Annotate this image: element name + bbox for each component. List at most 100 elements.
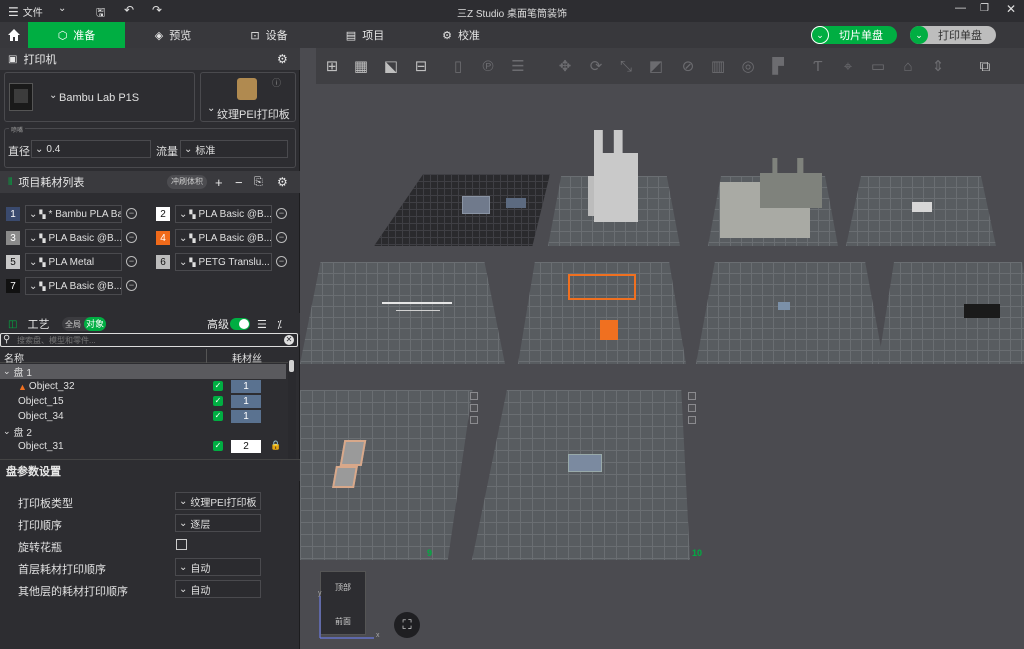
filament-color-swatch[interactable]: 1 — [6, 207, 20, 221]
restore-icon[interactable]: ❐ — [980, 3, 989, 14]
fit-view-icon[interactable]: ⛶ — [394, 612, 420, 638]
plate-4[interactable] — [846, 176, 996, 246]
flow-select[interactable]: ⌄ 标准 — [180, 140, 288, 158]
plate-type-selector[interactable]: ⓘ ⌄ 纹理PEI打印板 — [200, 72, 296, 122]
remove-icon[interactable]: − — [235, 175, 243, 190]
advanced-toggle[interactable] — [230, 318, 250, 330]
object-tree-item[interactable]: Object_31 ✓ 2 🔒 — [0, 439, 286, 454]
filament-options-icon[interactable]: − — [276, 232, 287, 243]
auto-orient-icon[interactable]: ⬕ — [378, 53, 404, 79]
plate-setting-select[interactable]: ⌄ 自动 — [175, 580, 261, 598]
filament-options-icon[interactable]: − — [126, 256, 137, 267]
tab-preview[interactable]: ◈ 预览 — [125, 22, 221, 48]
explode-icon[interactable]: ⧉ — [972, 53, 998, 79]
plate-8[interactable] — [878, 262, 1024, 364]
split-icon[interactable]: ▯ — [445, 53, 471, 79]
filament-select[interactable]: ⌄ ▚ PLA Metal — [25, 253, 122, 271]
visibility-checkbox[interactable]: ✓ — [213, 411, 223, 421]
gear-icon[interactable]: ⚙ — [277, 52, 288, 66]
filament-options-icon[interactable]: − — [126, 232, 137, 243]
plate-5[interactable] — [300, 262, 505, 364]
print-plate-button[interactable]: ⌄ 打印单盘 — [910, 26, 996, 44]
cut-icon[interactable]: ⊘ — [675, 53, 701, 79]
arrange-icon[interactable]: ⊟ — [408, 53, 434, 79]
filament-color-swatch[interactable]: 6 — [156, 255, 170, 269]
sync-icon[interactable]: ⎘ — [254, 176, 263, 189]
support-paint-icon[interactable]: ▥ — [705, 53, 731, 79]
plate-menu-icon[interactable] — [688, 404, 696, 412]
chevron-down-icon[interactable]: ⌄ — [811, 26, 829, 44]
plate-9[interactable] — [300, 390, 473, 560]
filament-options-icon[interactable]: − — [276, 208, 287, 219]
object-tree-item[interactable]: Object_34 ✓ 1 — [0, 409, 286, 424]
measure-icon[interactable]: ⌖ — [835, 53, 861, 79]
brim-ear-icon[interactable]: ⌂ — [895, 53, 921, 79]
scale-icon[interactable]: ⤡ — [613, 53, 639, 79]
filament-select[interactable]: ⌄ ▚ PLA Basic @B... — [25, 229, 122, 247]
variable-layer-icon[interactable]: ⇕ — [925, 53, 951, 79]
plate-6-model[interactable] — [600, 320, 618, 340]
add-icon[interactable]: + — [215, 175, 223, 190]
global-option[interactable]: 全局 — [65, 319, 81, 330]
add-plate-icon[interactable]: ▦ — [348, 53, 374, 79]
filament-select[interactable]: ⌄ ▚ PLA Basic @B... — [175, 229, 272, 247]
filament-color-swatch[interactable]: 4 — [156, 231, 170, 245]
filament-color-swatch[interactable]: 2 — [156, 207, 170, 221]
plate-10[interactable] — [472, 390, 690, 560]
plate-menu-icon[interactable] — [688, 416, 696, 424]
filament-select[interactable]: ⌄▚* Bambu PLA Ba... — [25, 205, 122, 223]
info-icon[interactable]: ⓘ — [272, 76, 281, 89]
search-box[interactable]: ⚲ ✕ — [0, 333, 298, 347]
assemble-icon[interactable]: ▭ — [865, 53, 891, 79]
spiral-vase-checkbox[interactable] — [176, 539, 187, 550]
seam-paint-icon[interactable]: ◎ — [735, 53, 761, 79]
layers-tool-icon[interactable]: ☰ — [505, 53, 531, 79]
add-object-icon[interactable]: ⊞ — [319, 53, 345, 79]
plate-8-model[interactable] — [964, 304, 1000, 318]
object-option[interactable]: 对象 — [84, 317, 106, 331]
plate-setting-select[interactable]: ⌄ 纹理PEI打印板 — [175, 492, 261, 510]
visibility-checkbox[interactable]: ✓ — [213, 441, 223, 451]
filament-select[interactable]: ⌄ ▚ PLA Basic @B... — [175, 205, 272, 223]
plate-menu-icon[interactable] — [688, 392, 696, 400]
object-31-model[interactable] — [594, 130, 638, 222]
chevron-down-icon[interactable]: ⌄ — [910, 26, 928, 44]
list-icon[interactable]: ☰ — [257, 318, 267, 331]
object-tree-item[interactable]: ▲ Object_32 ✓ 1 — [0, 379, 286, 394]
minimize-icon[interactable]: — — [955, 2, 966, 14]
plate-menu-icon[interactable] — [470, 416, 478, 424]
filament-cell[interactable]: 1 — [231, 380, 261, 393]
tab-project[interactable]: ▤ 项目 — [317, 22, 413, 48]
slice-plate-button[interactable]: ⌄ 切片单盘 — [811, 26, 897, 44]
filament-options-icon[interactable]: − — [126, 208, 137, 219]
object-tree-item[interactable]: Object_15 ✓ 1 — [0, 394, 286, 409]
chevron-down-icon[interactable]: ⌄ — [3, 366, 11, 377]
plate-menu-icon[interactable] — [470, 392, 478, 400]
plate-tree-item[interactable]: ⌄ 盘 2 — [0, 424, 286, 439]
color-paint-icon[interactable]: ▛ — [765, 53, 791, 79]
filament-select[interactable]: ⌄ ▚ PLA Basic @B... — [25, 277, 122, 295]
global-object-toggle[interactable]: 全局 对象 — [62, 317, 106, 331]
close-icon[interactable]: ✕ — [1006, 2, 1016, 16]
filament-cell[interactable]: 1 — [231, 410, 261, 423]
plate-4-model[interactable] — [912, 202, 932, 212]
tree-scrollbar[interactable] — [288, 360, 296, 460]
3d-viewport[interactable]: 9 10 顶部 前面 x y ⛶ ⊞ ▦ ⬕ ⊟ ▯ ℗ ☰ ✥ ⟳ ⤡ ◩ ⊘ ▥ ◎ ▛ Ƭ ⌖ ▭ ⌂ ⇕ ⧉ — [300, 48, 1024, 649]
visibility-checkbox[interactable]: ✓ — [213, 396, 223, 406]
plate-7[interactable] — [696, 262, 884, 364]
diameter-select[interactable]: ⌄ 0.4 — [31, 140, 151, 158]
filament-cell[interactable]: 2 — [231, 440, 261, 453]
filament-select[interactable]: ⌄ ▚ PETG Translu... — [175, 253, 272, 271]
tab-prepare[interactable]: ⬡ 准备 — [28, 22, 125, 48]
move-icon[interactable]: ✥ — [552, 53, 578, 79]
filament-color-swatch[interactable]: 5 — [6, 255, 20, 269]
plate-6[interactable] — [518, 262, 686, 364]
filament-options-icon[interactable]: − — [276, 256, 287, 267]
gear-icon[interactable]: ⚙ — [277, 175, 288, 189]
plate-tree-item[interactable]: ⌄ 盘 1 — [0, 364, 286, 379]
plate-setting-select[interactable]: ⌄ 逐层 — [175, 514, 261, 532]
flush-volume-button[interactable]: 冲刷体积 — [167, 175, 207, 189]
lay-on-face-icon[interactable]: ◩ — [643, 53, 669, 79]
search-input[interactable] — [17, 334, 277, 346]
plate-6-model[interactable] — [568, 274, 636, 300]
